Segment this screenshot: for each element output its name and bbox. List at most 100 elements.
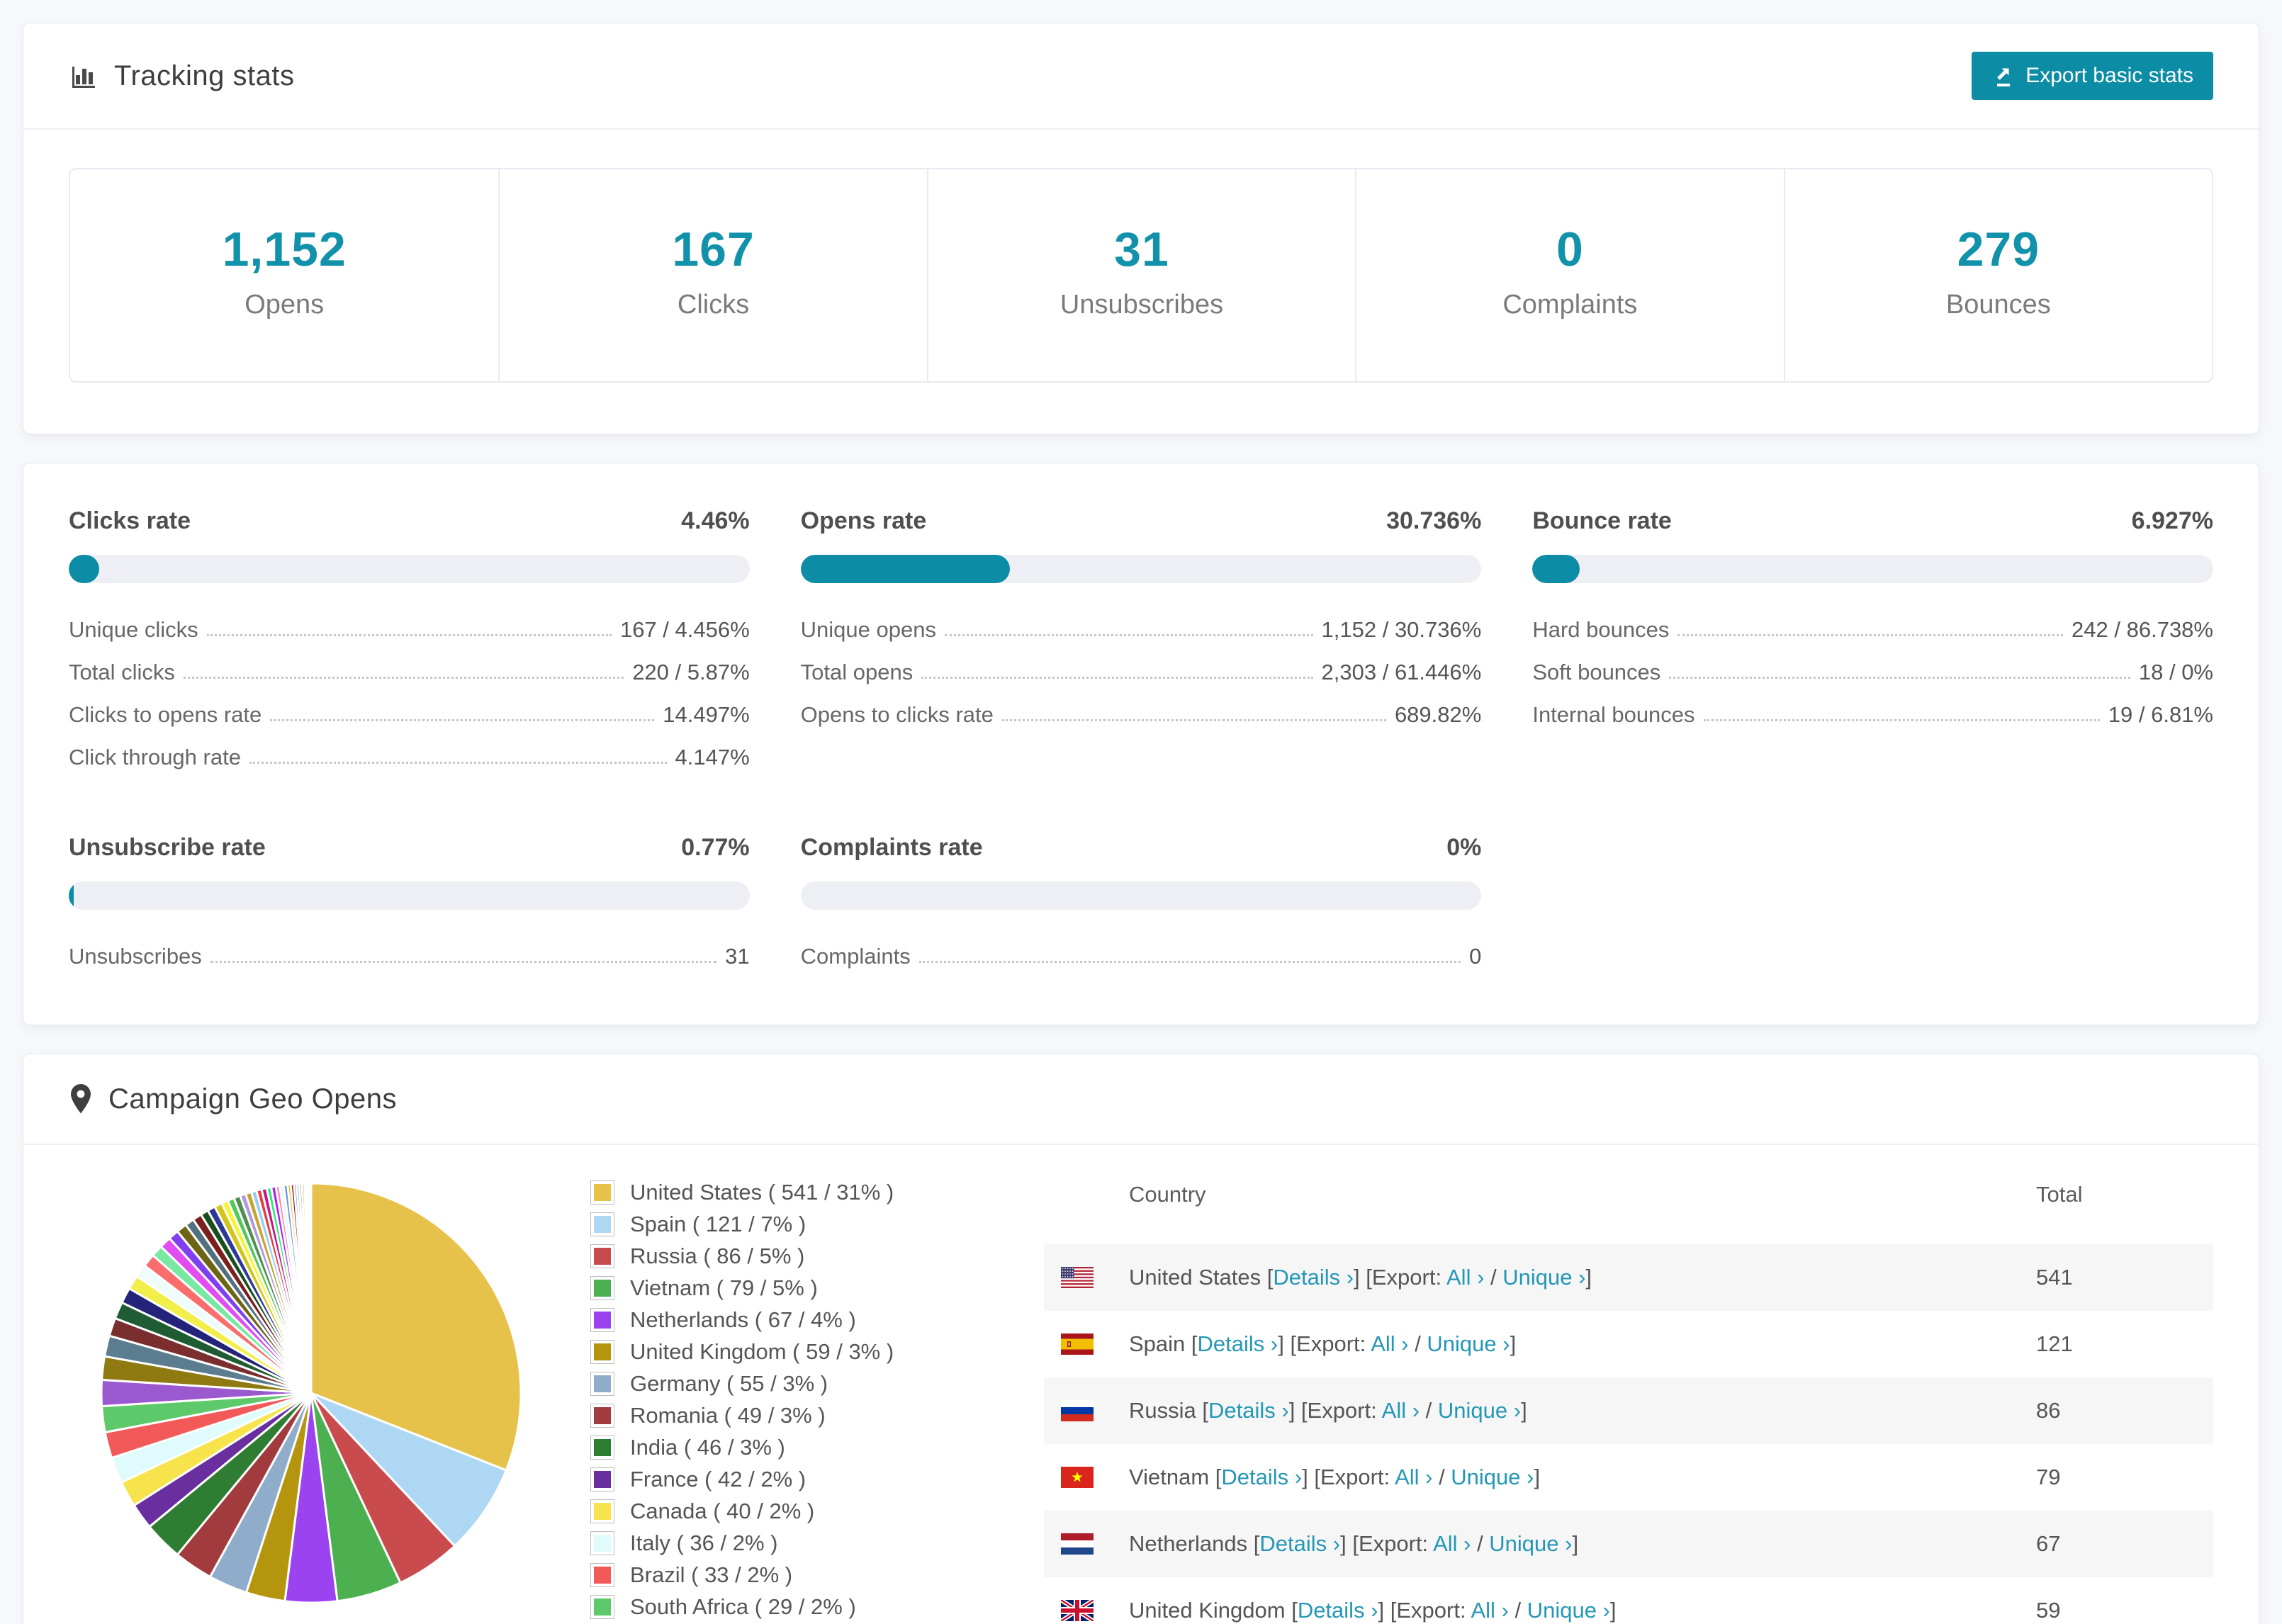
export-all-link[interactable]: All › (1471, 1598, 1508, 1623)
table-row-ru: Russia [Details ›] [Export: All › / Uniq… (1044, 1377, 2213, 1444)
bracket: ] (1510, 1331, 1517, 1356)
geo-country-table: Country Total United States [Details ›] … (1044, 1145, 2213, 1624)
stat-value: 1,152 (222, 222, 347, 276)
legend-swatch (590, 1594, 614, 1619)
bracket: [ (1191, 1331, 1198, 1356)
legend-item-de: Germany ( 55 / 3% ) (590, 1368, 987, 1399)
details-link[interactable]: Details › (1298, 1598, 1378, 1623)
progress-bar (1532, 555, 2213, 583)
bracket: ] [Export: (1288, 1398, 1382, 1423)
rate-detail-row: Opens to clicks rate 689.82% (801, 694, 1482, 736)
details-link[interactable]: Details › (1259, 1531, 1340, 1556)
legend-item-us: United States ( 541 / 31% ) (590, 1176, 987, 1208)
rate-value: 30.736% (1386, 507, 1482, 534)
legend-swatch (590, 1275, 614, 1300)
column-header-country: Country (1129, 1182, 1206, 1207)
detail-label: Internal bounces (1532, 702, 1695, 727)
legend-swatch (590, 1562, 614, 1587)
rate-detail-row: Click through rate 4.147% (69, 736, 750, 779)
legend-swatch (590, 1467, 614, 1492)
detail-label: Unique clicks (69, 617, 198, 642)
details-link[interactable]: Details › (1198, 1331, 1278, 1356)
export-basic-stats-button[interactable]: Export basic stats (1972, 52, 2213, 100)
stat-label: Clicks (677, 290, 750, 320)
stat-cell-clicks: 167 Clicks (498, 169, 926, 381)
export-all-link[interactable]: All › (1433, 1531, 1471, 1556)
legend-item-in: India ( 46 / 3% ) (590, 1431, 987, 1463)
detail-value: 4.147% (675, 745, 750, 769)
detail-value: 18 / 0% (2138, 660, 2213, 684)
stat-value: 0 (1556, 222, 1584, 276)
campaign-geo-opens-card: Campaign Geo Opens United States ( 541 /… (23, 1054, 2259, 1624)
export-unique-link[interactable]: Unique › (1427, 1331, 1510, 1356)
total-cell: 67 (2036, 1531, 2061, 1556)
details-link[interactable]: Details › (1273, 1265, 1354, 1290)
progress-bar-fill (69, 555, 99, 583)
legend-swatch (590, 1403, 614, 1428)
rate-detail-row: Total clicks 220 / 5.87% (69, 651, 750, 694)
export-unique-link[interactable]: Unique › (1438, 1398, 1521, 1423)
column-header-total: Total (2036, 1182, 2083, 1207)
dotted-leader (249, 762, 667, 764)
es-flag-icon (1044, 1333, 1129, 1355)
detail-value: 31 (725, 944, 750, 969)
detail-label: Click through rate (69, 745, 241, 769)
rate-title: Opens rate (800, 507, 927, 534)
dotted-leader (944, 634, 1313, 636)
total-cell: 59 (2036, 1598, 2061, 1623)
rate-detail-row: Unique clicks 167 / 4.456% (69, 609, 750, 651)
rate-detail-row: Unsubscribes 31 (69, 935, 750, 978)
rate-heading: Clicks rate 4.46% (69, 507, 750, 535)
export-unique-link[interactable]: Unique › (1451, 1465, 1534, 1489)
detail-value: 0 (1469, 944, 1482, 969)
legend-swatch (590, 1371, 614, 1396)
export-all-link[interactable]: All › (1446, 1265, 1484, 1290)
legend-swatch (590, 1244, 614, 1268)
export-unique-link[interactable]: Unique › (1527, 1598, 1610, 1623)
stat-label: Bounces (1945, 290, 2051, 320)
stat-label: Complaints (1502, 290, 1638, 320)
rate-detail-row: Soft bounces 18 / 0% (1532, 651, 2213, 694)
progress-bar-fill (69, 881, 74, 910)
rate-heading: Opens rate 30.736% (801, 507, 1482, 535)
ru-flag-icon (1044, 1400, 1129, 1421)
bracket: ] (1585, 1265, 1592, 1290)
detail-value: 1,152 / 30.736% (1321, 617, 1482, 642)
progress-bar-fill (800, 555, 1010, 583)
export-all-link[interactable]: All › (1395, 1465, 1432, 1489)
details-link[interactable]: Details › (1208, 1398, 1289, 1423)
bracket: ] [Export: (1340, 1531, 1434, 1556)
export-unique-link[interactable]: Unique › (1489, 1531, 1572, 1556)
detail-value: 19 / 6.81% (2108, 702, 2213, 727)
total-cell: 86 (2036, 1398, 2061, 1423)
export-unique-link[interactable]: Unique › (1502, 1265, 1585, 1290)
country-cell: Netherlands [Details ›] [Export: All › /… (1129, 1531, 2036, 1557)
country-name: Russia (1129, 1398, 1203, 1423)
export-all-link[interactable]: All › (1371, 1331, 1408, 1356)
detail-label: Opens to clicks rate (800, 702, 994, 727)
country-cell: United States [Details ›] [Export: All ›… (1129, 1265, 2036, 1290)
legend-label: Canada ( 40 / 2% ) (630, 1498, 815, 1523)
country-cell: Vietnam [Details ›] [Export: All › / Uni… (1129, 1465, 2036, 1490)
legend-item-fr: France ( 42 / 2% ) (590, 1463, 987, 1495)
rate-title: Unsubscribe rate (69, 834, 266, 861)
map-pin-icon (69, 1083, 93, 1115)
bracket: ] [Export: (1378, 1598, 1471, 1623)
rate-value: 0% (1446, 834, 1482, 861)
legend-swatch (590, 1435, 614, 1460)
table-row-gb: United Kingdom [Details ›] [Export: All … (1044, 1577, 2213, 1624)
geo-content: United States ( 541 / 31% ) Spain ( 121 /… (23, 1145, 2259, 1624)
legend-label: South Africa ( 29 / 2% ) (630, 1594, 856, 1619)
rate-value: 6.927% (2131, 507, 2213, 534)
details-link[interactable]: Details › (1221, 1465, 1302, 1489)
legend-item-br: Brazil ( 33 / 2% ) (590, 1559, 987, 1591)
legend-label: Vietnam ( 79 / 5% ) (630, 1275, 818, 1300)
detail-label: Clicks to opens rate (69, 702, 262, 727)
legend-label: India ( 46 / 3% ) (630, 1434, 785, 1460)
export-all-link[interactable]: All › (1382, 1398, 1420, 1423)
rate-detail-row: Clicks to opens rate 14.497% (69, 694, 750, 736)
progress-bar (800, 555, 1482, 583)
slash: / (1408, 1331, 1427, 1356)
dotted-leader (183, 677, 624, 679)
dotted-leader (206, 634, 612, 636)
